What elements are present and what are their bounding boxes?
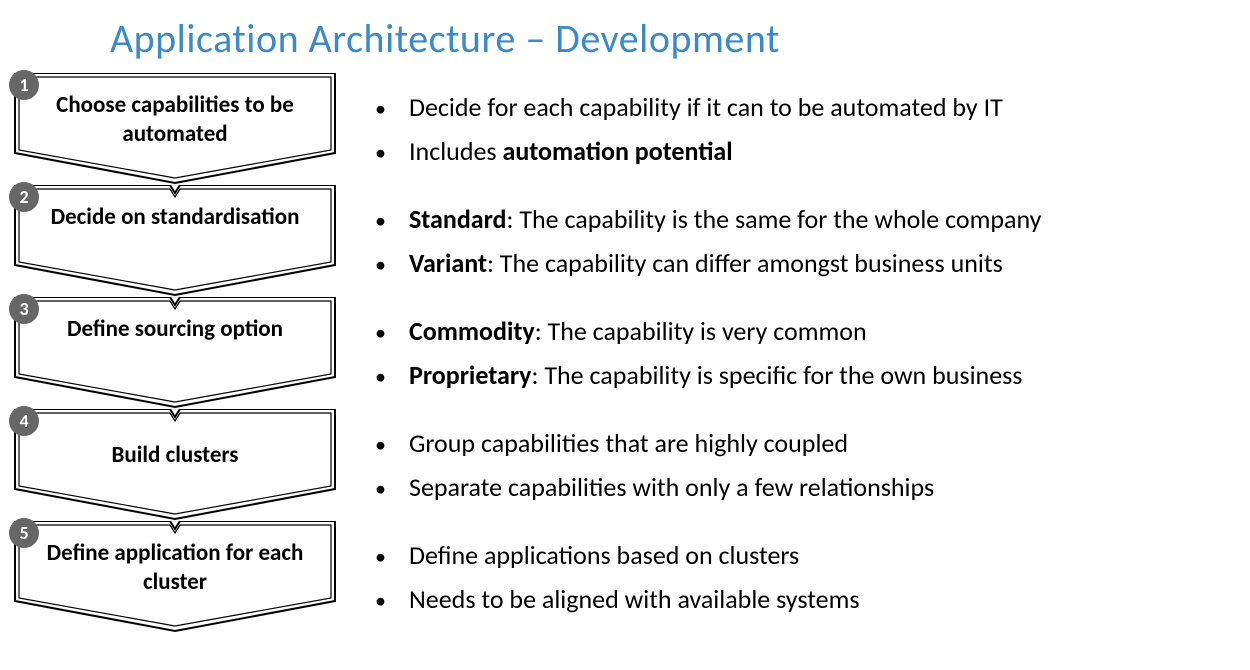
bullet-dot-icon: • <box>375 251 409 279</box>
bullet-text: Includes automation potential <box>409 135 733 168</box>
bullet-text: Define applications based on clusters <box>409 539 799 572</box>
content-row: 1Choose capabilities to be automated 2De… <box>0 73 1250 633</box>
bullet-text: Variant: The capability can differ among… <box>409 247 1003 280</box>
bullet-item: •Commodity: The capability is very commo… <box>375 315 1250 348</box>
bullet-item: •Proprietary: The capability is specific… <box>375 359 1250 392</box>
bullet-dot-icon: • <box>375 587 409 615</box>
bullet-item: •Includes automation potential <box>375 135 1250 168</box>
step-1: 1Choose capabilities to be automated <box>10 73 345 173</box>
bullet-dot-icon: • <box>375 363 409 391</box>
bullet-text: Group capabilities that are highly coupl… <box>409 427 848 460</box>
bullet-text: Standard: The capability is the same for… <box>409 203 1041 236</box>
bullet-item: •Decide for each capability if it can to… <box>375 91 1250 124</box>
bullet-item: •Define applications based on clusters <box>375 539 1250 572</box>
step-badge: 4 <box>9 406 39 436</box>
step-2: 2Decide on standardisation <box>10 185 345 285</box>
bullet-group-2: •Standard: The capability is the same fo… <box>375 185 1250 297</box>
page-title: Application Architecture – Development <box>0 0 1250 73</box>
bullet-group-5: •Define applications based on clusters•N… <box>375 521 1250 633</box>
step-label: Choose capabilities to be automated <box>10 91 340 149</box>
bullet-text: Separate capabilities with only a few re… <box>409 471 934 504</box>
bullet-dot-icon: • <box>375 543 409 571</box>
steps-column: 1Choose capabilities to be automated 2De… <box>10 73 345 633</box>
bullet-dot-icon: • <box>375 431 409 459</box>
bullet-item: •Separate capabilities with only a few r… <box>375 471 1250 504</box>
step-label: Decide on standardisation <box>10 203 340 232</box>
step-5: 5Define application for each cluster <box>10 521 345 621</box>
bullet-group-4: •Group capabilities that are highly coup… <box>375 409 1250 521</box>
step-label: Build clusters <box>10 441 340 470</box>
bullet-group-3: •Commodity: The capability is very commo… <box>375 297 1250 409</box>
step-label: Define application for each cluster <box>10 539 340 597</box>
bullet-dot-icon: • <box>375 95 409 123</box>
bullet-item: •Standard: The capability is the same fo… <box>375 203 1250 236</box>
bullet-item: •Group capabilities that are highly coup… <box>375 427 1250 460</box>
bullet-text: Commodity: The capability is very common <box>409 315 867 348</box>
bullets-column: •Decide for each capability if it can to… <box>345 73 1250 633</box>
bullet-group-1: •Decide for each capability if it can to… <box>375 73 1250 185</box>
bullet-text: Needs to be aligned with available syste… <box>409 583 860 616</box>
bullet-text: Decide for each capability if it can to … <box>409 91 1003 124</box>
bullet-text: Proprietary: The capability is specific … <box>409 359 1022 392</box>
bullet-dot-icon: • <box>375 319 409 347</box>
bullet-dot-icon: • <box>375 475 409 503</box>
bullet-item: •Needs to be aligned with available syst… <box>375 583 1250 616</box>
step-4: 4 Build clusters <box>10 409 345 509</box>
bullet-item: •Variant: The capability can differ amon… <box>375 247 1250 280</box>
step-label: Define sourcing option <box>10 315 340 344</box>
bullet-dot-icon: • <box>375 207 409 235</box>
bullet-dot-icon: • <box>375 139 409 167</box>
step-3: 3Define sourcing option <box>10 297 345 397</box>
